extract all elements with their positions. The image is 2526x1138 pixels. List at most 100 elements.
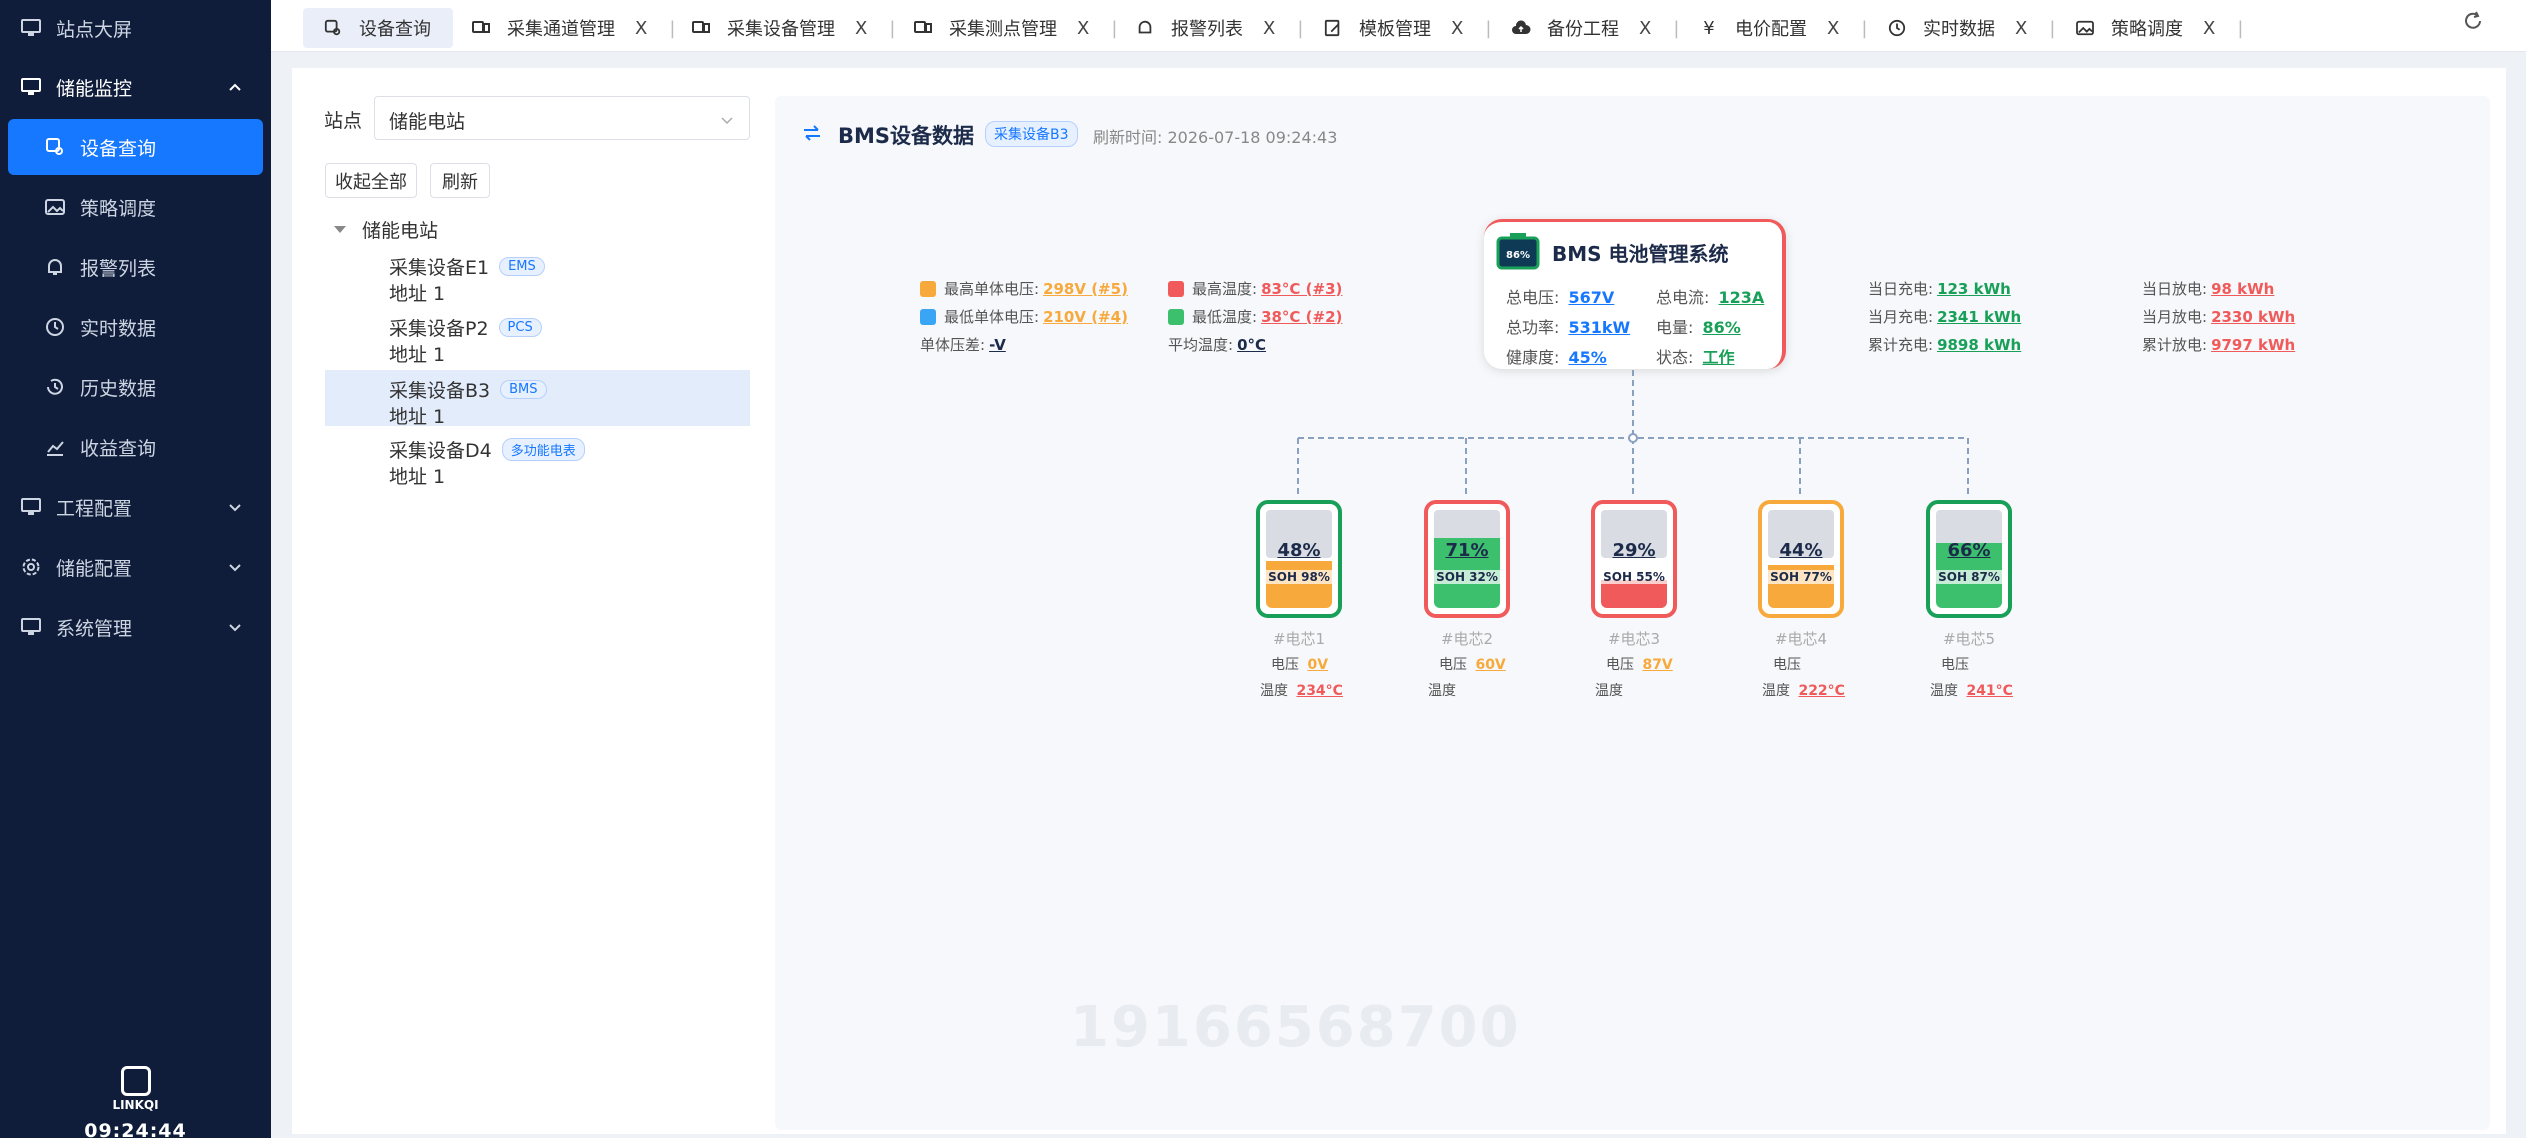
bell-icon <box>1135 18 1155 38</box>
tab-price-config[interactable]: ¥ 电价配置 X | <box>1699 8 1867 48</box>
battery-cell[interactable]: 71% SOH 32% <box>1424 500 1510 618</box>
battery-cap <box>1457 500 1479 502</box>
cell-temp-label: 温度 <box>1260 683 1288 699</box>
cell-temp-value: 241°C <box>1966 683 2013 699</box>
sidebar-item-history[interactable]: 历史数据 <box>0 359 271 415</box>
tab-realtime[interactable]: 实时数据 X | <box>1887 8 2055 48</box>
bms-label: 总电压: <box>1506 288 1560 307</box>
close-icon[interactable]: X <box>1639 18 1651 39</box>
stat-value: 2330 kWh <box>2211 307 2296 326</box>
sidebar: 站点大屏 储能监控 设备查询 策略调度 报警列表 实时数据 历史数据 收益查询 … <box>0 0 271 1138</box>
bms-value: 531kW <box>1568 318 1631 337</box>
tab-device-query[interactable]: 设备查询 <box>303 8 453 48</box>
tree-node-selected[interactable]: 采集设备B3 BMS 地址 1 <box>325 370 750 428</box>
cell-soc: 29% <box>1612 540 1656 561</box>
sidebar-item-device-query[interactable]: 设备查询 <box>8 119 263 175</box>
sidebar-item-storage-config[interactable]: 储能配置 <box>0 539 271 595</box>
tree-root-label: 储能电站 <box>362 220 439 242</box>
refresh-icon[interactable] <box>2462 10 2484 32</box>
device-icon <box>913 18 933 38</box>
cell-temperature: 温度 222°C <box>1762 680 1845 700</box>
chevron-down-icon <box>225 557 245 577</box>
stat-label: 累计充电: <box>1868 336 1934 354</box>
sidebar-item-revenue[interactable]: 收益查询 <box>0 419 271 475</box>
battery-cell[interactable]: 66% SOH 87% <box>1926 500 2012 618</box>
tab-label: 电价配置 <box>1735 19 1807 40</box>
chevron-down-icon <box>719 111 735 127</box>
tree-node[interactable]: 采集设备P2 PCS 地址 1 <box>325 308 750 366</box>
stat-value: 9898 kWh <box>1937 335 2022 354</box>
collapse-all-button[interactable]: 收起全部 <box>325 163 417 198</box>
monitor-icon <box>20 76 42 98</box>
tab-strategy[interactable]: 策略调度 X | <box>2075 8 2243 48</box>
sidebar-item-strategy[interactable]: 策略调度 <box>0 179 271 235</box>
close-icon[interactable]: X <box>1827 18 1839 39</box>
sidebar-item-storage-monitor[interactable]: 储能监控 <box>0 59 271 115</box>
cell-voltage-label: 电压 <box>1439 657 1467 673</box>
chevron-down-icon <box>225 497 245 517</box>
close-icon[interactable]: X <box>1263 18 1275 39</box>
history-icon <box>44 376 66 398</box>
tree-root[interactable]: 储能电站 <box>334 216 438 243</box>
sidebar-item-label: 设备查询 <box>80 137 157 160</box>
close-icon[interactable]: X <box>855 18 867 39</box>
cell-temperature: 温度 <box>1595 680 1627 700</box>
tab-alarm-list[interactable]: 报警列表 X | <box>1135 8 1303 48</box>
sidebar-item-project-config[interactable]: 工程配置 <box>0 479 271 535</box>
tree-node[interactable]: 采集设备D4 多功能电表 地址 1 <box>325 430 750 488</box>
tree-node-tag: 多功能电表 <box>501 438 585 461</box>
device-icon <box>691 18 711 38</box>
battery-chip-icon: 86% <box>1496 232 1540 272</box>
sidebar-footer: LINKQI 09:24:44 <box>0 1066 271 1138</box>
month-charge: 当月充电: 2341 kWh <box>1868 306 2021 327</box>
tab-backup[interactable]: 备份工程 X | <box>1511 8 1679 48</box>
cell-voltage-label: 电压 <box>1773 657 1801 673</box>
cell-name: #电芯4 <box>1774 630 1828 648</box>
stat-value: 298V (#5) <box>1043 279 1128 298</box>
device-icon <box>471 18 491 38</box>
gear-icon <box>20 556 42 578</box>
tab-label: 采集通道管理 <box>507 19 615 40</box>
cell-voltage: 电压 <box>1941 654 1973 674</box>
refresh-button[interactable]: 刷新 <box>430 163 490 198</box>
battery-cell[interactable]: 44% SOH 77% <box>1758 500 1844 618</box>
stat-label: 最低温度: <box>1192 308 1258 326</box>
sidebar-item-realtime[interactable]: 实时数据 <box>0 299 271 355</box>
battery-cap <box>1791 500 1813 502</box>
stat-value: 123 kWh <box>1937 279 2011 298</box>
close-icon[interactable]: X <box>1077 18 1089 39</box>
tab-point-manage[interactable]: 采集测点管理 X | <box>913 8 1117 48</box>
battery-cell[interactable]: 48% SOH 98% <box>1256 500 1342 618</box>
sidebar-item-label: 报警列表 <box>80 257 157 280</box>
tab-template[interactable]: 模板管理 X | <box>1323 8 1491 48</box>
station-select[interactable]: 储能电站 <box>374 96 750 140</box>
cell-temp-label: 温度 <box>1930 683 1958 699</box>
close-icon[interactable]: X <box>635 18 647 39</box>
tab-device-manage[interactable]: 采集设备管理 X | <box>691 8 895 48</box>
yen-icon: ¥ <box>1703 17 1715 39</box>
tab-channel-manage[interactable]: 采集通道管理 X | <box>471 8 675 48</box>
stat-label: 平均温度: <box>1168 336 1234 354</box>
min-temperature: 最低温度: 38°C (#2) <box>1168 306 1342 327</box>
close-icon[interactable]: X <box>2015 18 2027 39</box>
max-temperature: 最高温度: 83°C (#3) <box>1168 278 1342 299</box>
bms-total-current: 总电流: 123A <box>1656 284 1764 308</box>
tab-label: 报警列表 <box>1171 19 1243 40</box>
cell-soh: SOH 77% <box>1762 570 1840 584</box>
close-icon[interactable]: X <box>2203 18 2215 39</box>
cell-name: #电芯1 <box>1272 630 1326 648</box>
caret-down-icon[interactable] <box>334 226 346 233</box>
battery-cell[interactable]: 29% SOH 55% <box>1591 500 1677 618</box>
cell-soc: 48% <box>1277 540 1321 561</box>
bms-state: 状态: 工作 <box>1656 344 1735 368</box>
sidebar-item-station-screen[interactable]: 站点大屏 <box>0 0 271 56</box>
stat-value: 210V (#4) <box>1043 307 1128 326</box>
sidebar-item-alarms[interactable]: 报警列表 <box>0 239 271 295</box>
sidebar-item-system[interactable]: 系统管理 <box>0 599 271 655</box>
tree-node-title: 采集设备D4 <box>389 440 492 462</box>
legend-square <box>920 308 936 325</box>
clock-icon <box>44 316 66 338</box>
close-icon[interactable]: X <box>1451 18 1463 39</box>
stat-value: 83°C (#3) <box>1261 279 1343 298</box>
tree-node[interactable]: 采集设备E1 EMS 地址 1 <box>325 247 750 305</box>
